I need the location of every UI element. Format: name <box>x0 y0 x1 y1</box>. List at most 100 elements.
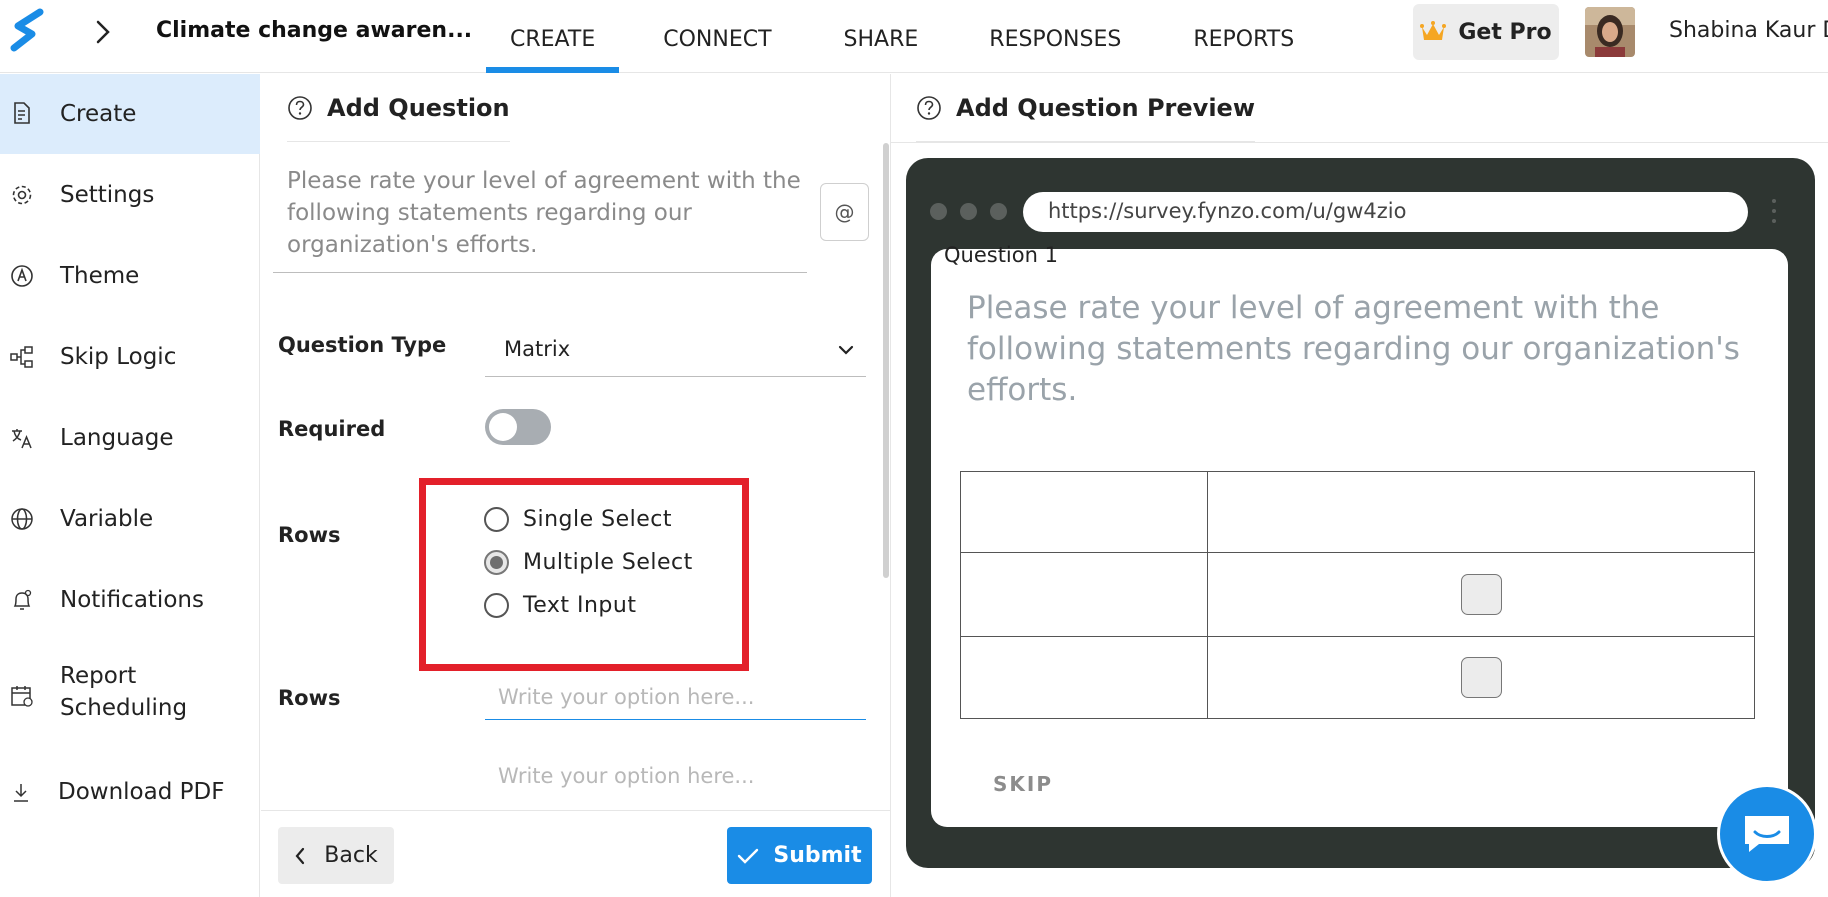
matrix-cell <box>1207 635 1755 720</box>
question-type-label: Question Type <box>278 333 447 357</box>
matrix-checkbox[interactable] <box>1460 656 1502 698</box>
sidebar-item-create[interactable]: Create <box>0 74 260 154</box>
sidebar-item-download-pdf[interactable]: Download PDF <box>0 752 260 834</box>
tab-create[interactable]: CREATE <box>485 0 620 73</box>
toggle-knob <box>489 413 517 441</box>
question-type-value: Matrix <box>504 337 571 361</box>
matrix-row-label <box>960 635 1208 720</box>
chevron-down-icon <box>838 345 854 355</box>
sidebar-item-settings[interactable]: Settings <box>0 154 260 236</box>
download-icon <box>14 784 28 802</box>
sidebar-item-report-scheduling[interactable]: Report Scheduling <box>0 640 260 752</box>
matrix-row-label <box>960 552 1208 637</box>
browser-dot <box>960 203 977 220</box>
sidebar-item-label: Notifications <box>60 587 204 613</box>
matrix-cell <box>1207 470 1755 554</box>
main-nav-tabs: CREATE CONNECT SHARE RESPONSES REPORTS <box>484 0 1294 73</box>
matrix-cell <box>1207 552 1755 637</box>
question-text-input[interactable]: Please rate your level of agreement with… <box>287 165 807 261</box>
submit-label: Submit <box>773 843 862 868</box>
crown-icon <box>1420 21 1447 40</box>
tab-share[interactable]: SHARE <box>844 0 919 73</box>
sidebar-item-notifications[interactable]: Notifications <box>0 560 260 640</box>
url-bar[interactable]: https://survey.fynzo.com/u/gw4zio <box>1023 192 1748 232</box>
rows-label: Rows <box>278 523 341 547</box>
radio-button[interactable] <box>484 593 509 618</box>
browser-dot <box>930 203 947 220</box>
sidebar-item-label: Language <box>60 425 174 451</box>
required-label: Required <box>278 417 386 441</box>
back-button[interactable]: Back <box>278 827 394 884</box>
radio-button[interactable] <box>484 550 509 575</box>
sidebar-item-skip-logic[interactable]: Skip Logic <box>0 316 260 398</box>
browser-dot <box>990 203 1007 220</box>
radio-button[interactable] <box>484 507 509 532</box>
matrix-header-row <box>960 470 1755 554</box>
add-question-header: Add Question <box>287 74 510 142</box>
help-circle-icon <box>917 95 941 120</box>
panel-divider <box>890 74 891 897</box>
chevron-left-icon <box>295 847 305 864</box>
sidebar-item-label: Theme <box>60 263 140 289</box>
radio-multiple-select[interactable]: Multiple Select <box>484 550 693 575</box>
sidebar-item-label: Create <box>60 101 137 127</box>
chevron-right-icon[interactable] <box>92 19 114 45</box>
sidebar-item-label: Skip Logic <box>60 344 177 370</box>
sidebar-item-theme[interactable]: Theme <box>0 236 260 316</box>
mention-button[interactable]: @ <box>820 183 869 241</box>
matrix-row <box>960 635 1755 720</box>
question-text-underline <box>273 272 807 273</box>
sidebar-item-label: Settings <box>60 182 155 208</box>
question-number: Question 1 <box>944 243 1058 267</box>
question-type-select[interactable]: Matrix <box>485 330 866 377</box>
preview-header: Add Question Preview <box>916 74 1255 142</box>
sidebar-item-label: Download PDF <box>58 779 225 805</box>
skip-logic-icon <box>10 346 33 368</box>
panel-title: Add Question <box>327 93 510 122</box>
submit-button[interactable]: Submit <box>727 827 872 884</box>
matrix-cell <box>960 470 1208 554</box>
skip-button[interactable]: SKIP <box>993 772 1053 796</box>
sidebar: Create Settings Theme Skip Logic Languag… <box>0 74 260 897</box>
back-label: Back <box>324 843 378 868</box>
sidebar-item-variable[interactable]: Variable <box>0 478 260 560</box>
row-option-input[interactable] <box>485 753 866 799</box>
avatar[interactable] <box>1585 7 1635 57</box>
check-icon <box>738 848 759 864</box>
chat-widget-button[interactable] <box>1717 784 1817 884</box>
tab-connect[interactable]: CONNECT <box>663 0 771 73</box>
translate-icon <box>12 429 32 449</box>
globe-icon <box>11 508 33 530</box>
survey-title[interactable]: Climate change awaren... <box>156 18 472 43</box>
radio-text-input[interactable]: Text Input <box>484 593 636 618</box>
get-pro-label: Get Pro <box>1458 19 1552 45</box>
top-bar: Climate change awaren... CREATE CONNECT … <box>0 0 1828 73</box>
editor-scrollbar[interactable] <box>883 143 889 578</box>
radio-label: Multiple Select <box>523 550 693 575</box>
required-toggle[interactable] <box>485 409 551 445</box>
preview-question-text: Please rate your level of agreement with… <box>967 290 1740 408</box>
logo-icon[interactable] <box>10 8 44 58</box>
radio-single-select[interactable]: Single Select <box>484 507 672 532</box>
bell-icon <box>13 589 32 610</box>
preview-header-divider <box>891 142 1828 143</box>
sidebar-item-label: Report Scheduling <box>60 663 188 721</box>
sidebar-item-language[interactable]: Language <box>0 398 260 478</box>
help-circle-icon <box>288 95 312 120</box>
radio-label: Text Input <box>523 593 637 618</box>
get-pro-button[interactable]: Get Pro <box>1413 4 1559 60</box>
row-option-input[interactable] <box>485 674 866 720</box>
sidebar-item-label: Variable <box>60 506 154 532</box>
theme-icon <box>11 265 33 287</box>
user-name[interactable]: Shabina Kaur D <box>1669 18 1828 43</box>
tab-responses[interactable]: RESPONSES <box>989 0 1121 73</box>
rows-options-label: Rows <box>278 686 341 710</box>
kebab-menu-icon[interactable] <box>1770 196 1778 226</box>
preview-title: Add Question Preview <box>956 93 1255 122</box>
matrix-table <box>960 470 1755 720</box>
matrix-row <box>960 552 1755 637</box>
tab-reports[interactable]: REPORTS <box>1193 0 1294 73</box>
matrix-checkbox[interactable] <box>1460 573 1502 615</box>
create-file-icon <box>14 102 30 124</box>
gear-icon <box>12 185 32 205</box>
